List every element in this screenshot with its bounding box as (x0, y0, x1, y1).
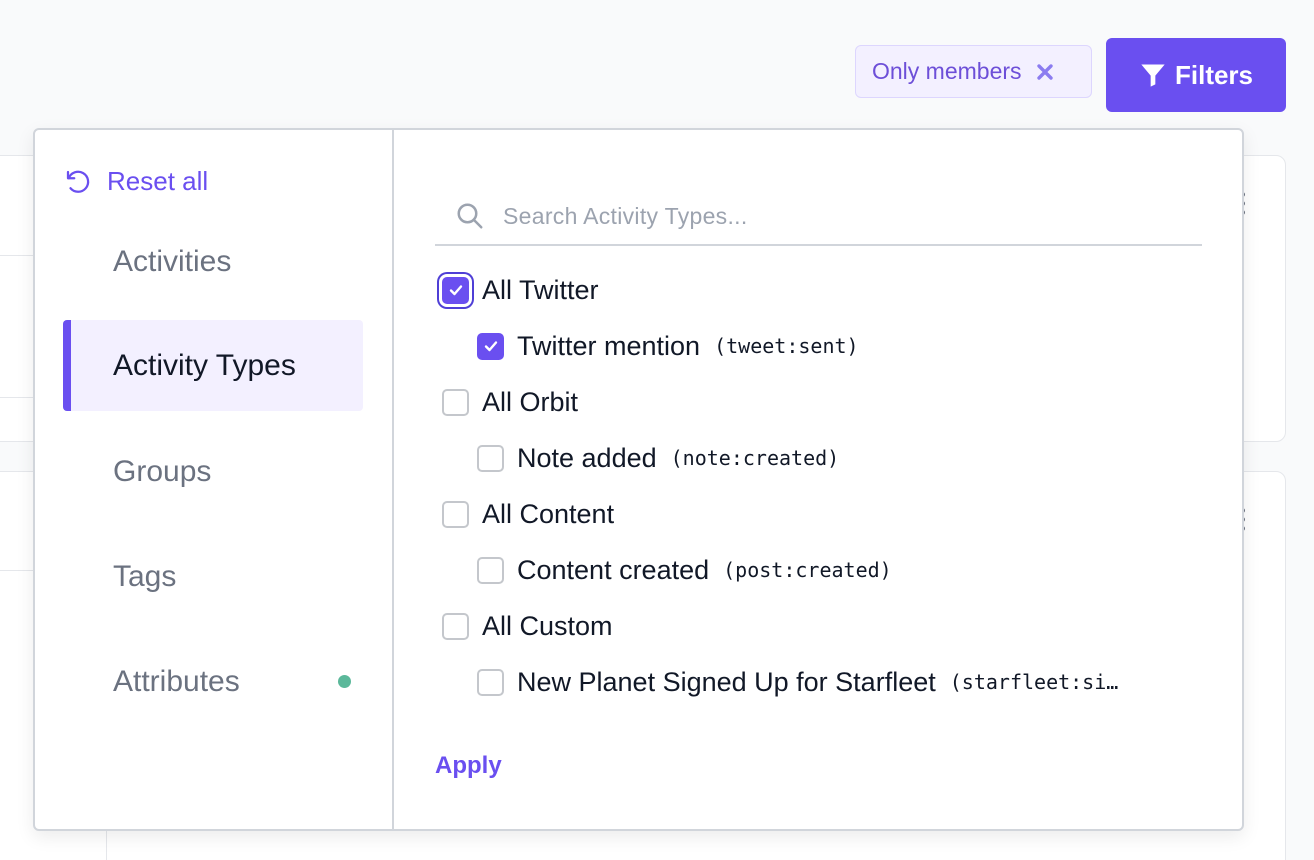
checkbox[interactable] (442, 612, 469, 640)
background-divider (106, 830, 107, 860)
option-label: All Twitter (482, 274, 599, 305)
nav-item-activities[interactable]: Activities (63, 216, 363, 307)
checkbox[interactable] (442, 276, 469, 304)
option-note-added[interactable]: Note added (note:created) (477, 438, 839, 478)
checkbox[interactable] (442, 500, 469, 528)
option-label: All Content (482, 498, 615, 529)
checkbox[interactable] (477, 332, 504, 360)
only-members-chip[interactable]: Only members (855, 45, 1092, 98)
check-icon (484, 341, 497, 352)
nav-item-label: Activity Types (113, 348, 296, 382)
check-icon (449, 285, 462, 296)
filters-button[interactable]: Filters (1106, 38, 1286, 112)
option-new-planet-signed-up[interactable]: New Planet Signed Up for Starfleet (star… (477, 662, 1118, 702)
option-all-orbit[interactable]: All Orbit (442, 382, 578, 422)
option-content-created[interactable]: Content created (post:created) (477, 550, 892, 590)
option-label: New Planet Signed Up for Starfleet (517, 666, 936, 697)
nav-item-label: Groups (113, 454, 212, 488)
filter-dropdown-panel: Reset all Activities Activity Types Grou… (33, 128, 1244, 831)
apply-button[interactable]: Apply (435, 752, 502, 780)
option-twitter-mention[interactable]: Twitter mention (tweet:sent) (477, 326, 859, 366)
checkbox[interactable] (477, 556, 504, 584)
reset-all-label: Reset all (107, 166, 209, 196)
option-code: (note:created) (670, 446, 840, 470)
option-label: All Orbit (482, 386, 579, 417)
option-all-content[interactable]: All Content (442, 494, 614, 534)
reset-all-button[interactable]: Reset all (63, 166, 208, 197)
option-code: (post:created) (723, 558, 892, 582)
search-input[interactable] (503, 202, 1202, 230)
nav-item-attributes[interactable]: Attributes (63, 636, 363, 727)
reset-icon (66, 170, 90, 193)
close-icon[interactable] (1036, 63, 1054, 81)
nav-item-label: Tags (113, 559, 177, 593)
option-label: All Custom (482, 610, 613, 641)
panel-divider (392, 130, 394, 829)
chip-label: Only members (872, 58, 1022, 84)
checkbox[interactable] (477, 668, 504, 696)
option-label: Note added (517, 442, 657, 473)
nav-item-label: Attributes (113, 664, 240, 698)
filters-button-label: Filters (1174, 59, 1254, 90)
option-label: Twitter mention (517, 330, 701, 361)
filter-icon (1141, 64, 1165, 87)
option-all-twitter[interactable]: All Twitter (442, 270, 599, 310)
checkbox[interactable] (477, 444, 504, 472)
active-indicator-dot (338, 675, 351, 688)
nav-item-activity-types[interactable]: Activity Types (63, 320, 363, 411)
option-all-custom[interactable]: All Custom (442, 606, 613, 646)
nav-item-label: Activities (113, 244, 232, 278)
search-icon (457, 203, 483, 229)
checkbox[interactable] (442, 388, 469, 416)
option-label: Content created (517, 554, 710, 585)
activity-type-search[interactable] (435, 188, 1202, 246)
option-code: (tweet:sent) (714, 334, 859, 358)
nav-item-groups[interactable]: Groups (63, 426, 363, 517)
nav-item-tags[interactable]: Tags (63, 531, 363, 622)
option-code: (starfleet:si… (949, 670, 1119, 694)
